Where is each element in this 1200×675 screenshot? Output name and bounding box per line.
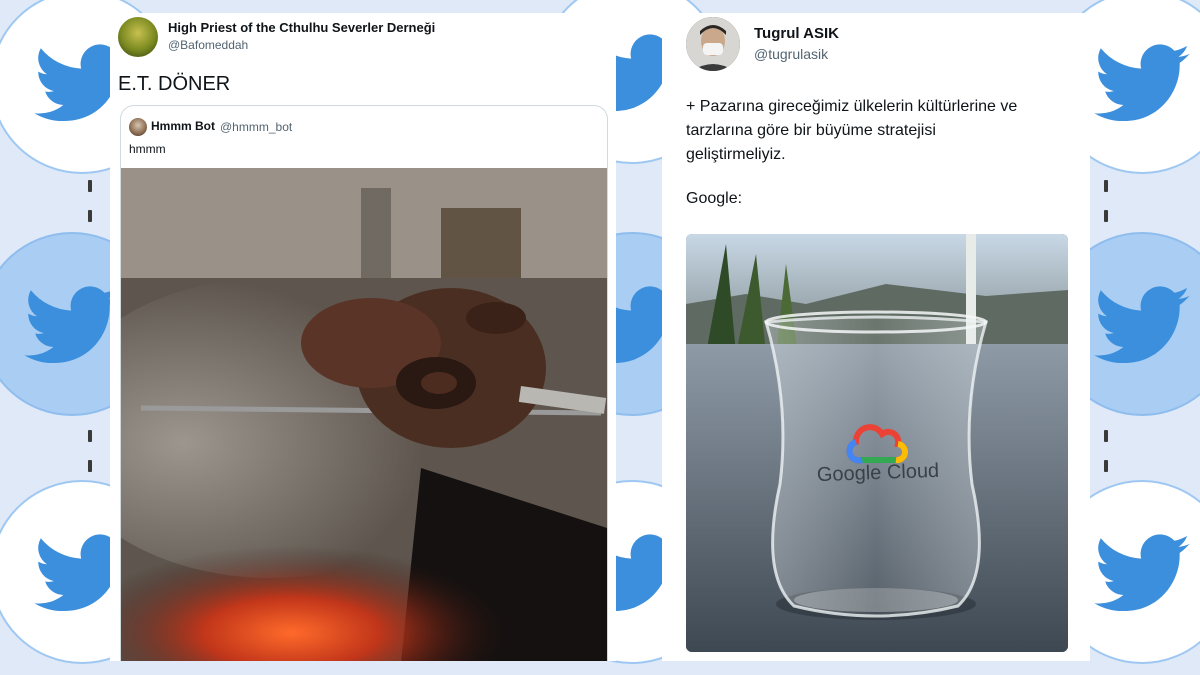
pattern-dash bbox=[1104, 180, 1108, 192]
pattern-dash bbox=[1104, 430, 1108, 442]
avatar[interactable] bbox=[686, 17, 740, 71]
tweet-reply-text: Google: bbox=[686, 190, 743, 207]
tweet-photo-tea-glass[interactable]: Google Cloud bbox=[686, 234, 1068, 652]
author-name[interactable]: High Priest of the Cthulhu Severler Dern… bbox=[168, 20, 435, 35]
pattern-dash bbox=[88, 460, 92, 472]
tweet-card-right[interactable]: Tugrul ASIK @tugrulasik + Pazarına girec… bbox=[662, 13, 1090, 661]
pattern-dash bbox=[88, 180, 92, 192]
photo-illustration bbox=[121, 168, 607, 661]
author-name[interactable]: Tugrul ASIK bbox=[754, 25, 839, 42]
pattern-dash bbox=[88, 430, 92, 442]
quoted-tweet[interactable]: Hmmm Bot @hmmm_bot hmmm bbox=[120, 105, 608, 661]
quoted-avatar[interactable] bbox=[129, 118, 147, 136]
tweet-text: E.T. DÖNER bbox=[118, 73, 231, 95]
tweet-text-line: tarzlarına göre bir büyüme stratejisi bbox=[686, 122, 936, 139]
quoted-tweet-text: hmmm bbox=[129, 142, 166, 156]
quoted-author-handle[interactable]: @hmmm_bot bbox=[220, 120, 292, 134]
tweet-photo-et-doner[interactable] bbox=[121, 168, 607, 661]
tweet-text: + Pazarına gireceğimiz ülkelerin kültürl… bbox=[686, 95, 1076, 167]
tweet-text-line: + Pazarına gireceğimiz ülkelerin kültürl… bbox=[686, 98, 1018, 115]
author-handle[interactable]: @Bafomeddah bbox=[168, 38, 248, 52]
avatar[interactable] bbox=[118, 17, 158, 57]
tweet-card-left[interactable]: High Priest of the Cthulhu Severler Dern… bbox=[110, 13, 616, 661]
pattern-dash bbox=[88, 210, 92, 222]
quoted-author-name[interactable]: Hmmm Bot bbox=[151, 119, 215, 133]
pattern-dash bbox=[1104, 210, 1108, 222]
photo-illustration bbox=[686, 234, 1068, 652]
tweet-text-line: geliştirmeliyiz. bbox=[686, 146, 786, 163]
pattern-dash bbox=[1104, 460, 1108, 472]
author-handle[interactable]: @tugrulasik bbox=[754, 46, 828, 62]
avatar-illustration bbox=[686, 17, 740, 71]
